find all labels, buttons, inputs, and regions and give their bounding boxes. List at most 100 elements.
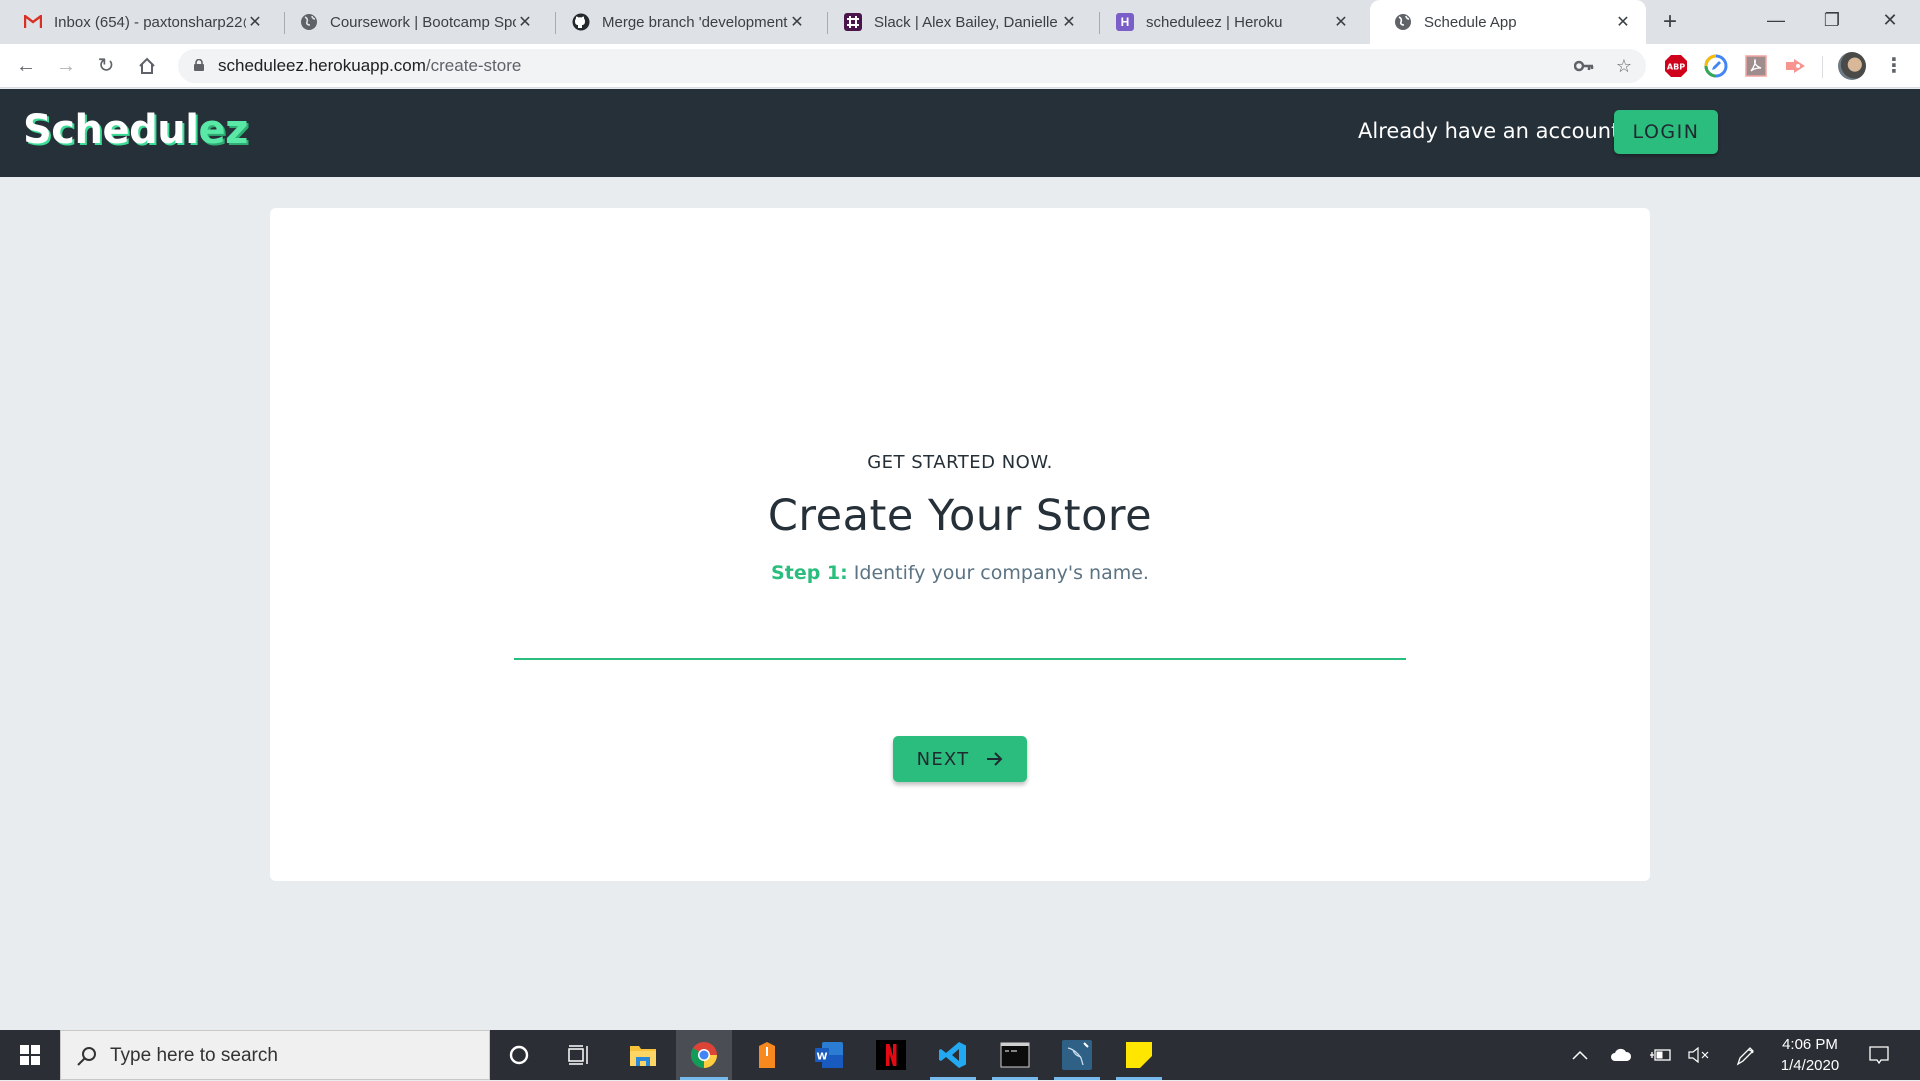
netflix-icon xyxy=(876,1040,906,1070)
profile-avatar[interactable] xyxy=(1838,52,1866,80)
step-label: Step 1: xyxy=(771,562,848,584)
search-placeholder: Type here to search xyxy=(110,1045,278,1066)
company-name-input[interactable] xyxy=(514,618,1406,660)
chrome-icon xyxy=(690,1042,717,1069)
close-icon[interactable]: ✕ xyxy=(1060,12,1078,32)
close-icon[interactable]: ✕ xyxy=(788,12,806,32)
close-icon[interactable]: ✕ xyxy=(516,12,534,32)
vscode-icon xyxy=(939,1042,966,1068)
onedrive-icon[interactable] xyxy=(1606,1030,1636,1080)
main-content: GET STARTED NOW. Create Your Store Step … xyxy=(0,177,1920,1030)
cortana-button[interactable] xyxy=(492,1030,546,1080)
globe-icon xyxy=(1394,13,1412,31)
minimize-button[interactable]: — xyxy=(1748,0,1804,40)
show-hidden-icons-button[interactable] xyxy=(1568,1030,1592,1080)
tab-title: Slack | Alex Bailey, Danielle B xyxy=(874,13,1060,31)
taskbar-chrome[interactable] xyxy=(676,1030,732,1080)
volume-muted-icon[interactable] xyxy=(1686,1030,1712,1080)
tab-title: Merge branch 'development' xyxy=(602,13,788,31)
restore-button[interactable]: ❐ xyxy=(1804,0,1860,40)
next-label: NEXT xyxy=(916,748,970,770)
tab-title: Schedule App xyxy=(1424,13,1517,31)
heroku-icon: H xyxy=(1116,13,1134,31)
logo-text: Schedul xyxy=(23,107,199,153)
task-view-button[interactable] xyxy=(552,1030,606,1080)
logo[interactable]: Schedulez xyxy=(23,107,248,153)
taskbar-sticky-notes[interactable] xyxy=(1112,1030,1166,1080)
cast-extension-icon[interactable] xyxy=(1784,54,1808,78)
sticky-notes-icon xyxy=(1126,1042,1152,1068)
clock-time: 4:06 PM xyxy=(1782,1036,1838,1053)
url-path: /create-store xyxy=(425,56,522,75)
taskbar-netflix[interactable] xyxy=(864,1030,918,1080)
taskbar-vscode[interactable] xyxy=(926,1030,980,1080)
bookmark-star-icon[interactable]: ☆ xyxy=(1612,54,1636,78)
taskbar-bookmark-app[interactable] xyxy=(740,1030,794,1080)
kicker-text: GET STARTED NOW. xyxy=(867,452,1053,473)
gmail-icon xyxy=(24,13,42,31)
tab-slack[interactable]: Slack | Alex Bailey, Danielle B ✕ xyxy=(820,0,1092,44)
back-button[interactable]: ← xyxy=(12,52,40,80)
page-title: Create Your Store xyxy=(767,491,1153,541)
key-icon[interactable] xyxy=(1572,54,1596,78)
terminal-icon xyxy=(1000,1042,1030,1068)
start-button[interactable] xyxy=(0,1030,60,1080)
tab-title: Inbox (654) - paxtonsharp22@ xyxy=(54,13,246,31)
close-icon[interactable]: ✕ xyxy=(1614,12,1632,32)
pen-workspace-icon[interactable] xyxy=(1732,1030,1758,1080)
clock-date: 1/4/2020 xyxy=(1780,1057,1840,1074)
chevron-up-icon xyxy=(1572,1050,1588,1060)
taskbar-search[interactable]: Type here to search xyxy=(60,1030,490,1080)
url-text[interactable]: scheduleez.herokuapp.com/create-store xyxy=(218,49,521,83)
windows-taskbar: Type here to search W 4:06 PM 1/4/2020 xyxy=(0,1030,1920,1080)
acrobat-icon[interactable] xyxy=(1744,54,1768,78)
windows-logo-icon xyxy=(20,1045,40,1065)
step-instructions: Step 1: Identify your company's name. xyxy=(270,562,1650,584)
system-clock[interactable]: 4:06 PM 1/4/2020 xyxy=(1770,1034,1850,1076)
app-header: Schedulez Already have an account? LOGIN xyxy=(0,89,1920,177)
taskbar-file-explorer[interactable] xyxy=(616,1030,670,1080)
toolbar-divider xyxy=(1822,56,1823,78)
svg-text:W: W xyxy=(816,1052,827,1063)
cortana-icon xyxy=(509,1045,529,1065)
tab-gmail-inbox[interactable]: Inbox (654) - paxtonsharp22@ ✕ xyxy=(0,0,278,44)
taskbar-word[interactable]: W xyxy=(802,1030,856,1080)
adblock-plus-icon[interactable]: ABP xyxy=(1664,54,1688,78)
folder-icon xyxy=(630,1046,656,1066)
taskbar-terminal[interactable] xyxy=(988,1030,1042,1080)
forward-button[interactable]: → xyxy=(52,52,80,80)
google-keep-pencil-icon[interactable] xyxy=(1704,54,1728,78)
bookmark-app-icon xyxy=(759,1042,775,1068)
create-store-card: GET STARTED NOW. Create Your Store Step … xyxy=(270,208,1650,881)
chrome-menu-icon[interactable]: ⋮ xyxy=(1884,52,1904,80)
battery-icon[interactable] xyxy=(1648,1030,1674,1080)
tab-heroku[interactable]: H scheduleez | Heroku ✕ xyxy=(1092,0,1364,44)
taskbar-mysql-workbench[interactable] xyxy=(1050,1030,1104,1080)
login-button[interactable]: LOGIN xyxy=(1614,110,1718,154)
step-text: Identify your company's name. xyxy=(847,562,1149,584)
tab-coursework[interactable]: Coursework | Bootcamp Spot ✕ xyxy=(276,0,548,44)
action-center-icon[interactable] xyxy=(1864,1030,1894,1080)
address-bar[interactable]: scheduleez.herokuapp.com/create-store ☆ xyxy=(178,49,1646,83)
github-icon xyxy=(572,13,590,31)
svg-text:ABP: ABP xyxy=(1667,63,1685,72)
reload-button[interactable]: ↻ xyxy=(92,52,120,80)
globe-icon xyxy=(300,13,318,31)
account-prompt: Already have an account? xyxy=(1358,119,1631,143)
tab-schedule-app[interactable]: Schedule App ✕ xyxy=(1370,0,1646,44)
arrow-right-icon xyxy=(987,752,1003,766)
home-button[interactable] xyxy=(133,52,161,80)
tab-github-merge[interactable]: Merge branch 'development' ✕ xyxy=(548,0,820,44)
close-icon[interactable]: ✕ xyxy=(1332,12,1350,32)
next-button[interactable]: NEXT xyxy=(893,736,1027,782)
mysql-workbench-icon xyxy=(1062,1040,1092,1070)
browser-tab-strip: Inbox (654) - paxtonsharp22@ ✕ Coursewor… xyxy=(0,0,1920,44)
url-host: scheduleez.herokuapp.com xyxy=(218,56,426,75)
search-icon xyxy=(77,1047,96,1066)
task-view-icon xyxy=(568,1045,588,1065)
tab-title: Coursework | Bootcamp Spot xyxy=(330,13,516,31)
window-close-button[interactable]: ✕ xyxy=(1862,0,1918,40)
slack-icon xyxy=(844,13,862,31)
close-icon[interactable]: ✕ xyxy=(246,12,264,32)
new-tab-button[interactable]: + xyxy=(1656,8,1684,36)
